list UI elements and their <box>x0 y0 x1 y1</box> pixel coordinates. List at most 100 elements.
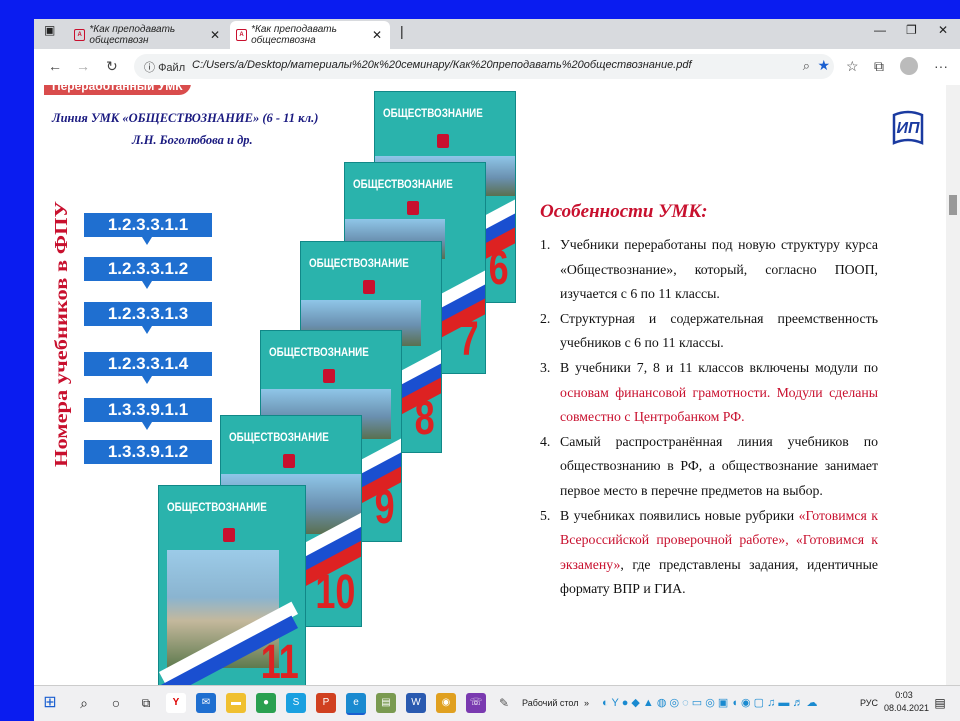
chrome-icon[interactable]: ◉ <box>436 693 456 713</box>
feature-item: 2. Структурная и содержательная преемстве… <box>540 307 878 356</box>
close-tab-icon[interactable]: ✕ <box>372 28 382 42</box>
browser-window: ▣ A *Как преподавать обществозн ✕ A *Как… <box>34 19 960 685</box>
start-icon[interactable]: ⊞ <box>40 693 60 713</box>
tab-1[interactable]: A *Как преподавать обществозн ✕ <box>68 21 228 49</box>
word-icon[interactable]: W <box>406 693 426 713</box>
feature-item: 4. Самый распространённая линия учебников… <box>540 430 878 504</box>
emblem-icon <box>363 280 375 294</box>
forward-icon[interactable]: → <box>76 58 90 74</box>
grade-number: 6 <box>488 242 509 295</box>
tray-icons[interactable]: ◐ Y ● ◆ ▲ ◍ ◎ ◌ ▭ ◎ ▣ ◖ ◉ ▢ ♫ ▬ ♬ ☁ <box>602 696 818 709</box>
avatar[interactable] <box>900 57 918 75</box>
desktop-label[interactable]: Рабочий стол <box>522 698 579 708</box>
feature-number: 5. <box>540 507 551 523</box>
fpu-code: 1.2.3.3.1.3 <box>84 302 212 326</box>
desktop-chevron-icon[interactable]: » <box>584 698 589 708</box>
pdf-icon: A <box>74 29 86 41</box>
tab-actions-icon[interactable]: ▣ <box>44 23 55 37</box>
grade-number: 8 <box>414 392 435 445</box>
clock-date: 08.04.2021 <box>884 703 930 713</box>
scrollbar[interactable] <box>946 85 960 685</box>
down-arrow-icon <box>142 376 152 384</box>
feature-text: Структурная и содержательная преемственн… <box>560 310 878 351</box>
feature-text: Самый распространённая линия учебников п… <box>560 433 878 498</box>
mail-icon[interactable]: ✉ <box>196 693 216 713</box>
minimize-icon[interactable]: — <box>874 23 886 37</box>
grade-number: 7 <box>458 313 479 366</box>
tab-1-label: *Как преподавать обществозн <box>89 24 176 46</box>
feature-item: 3. В учебники 7, 8 и 11 классов включены … <box>540 356 878 430</box>
features-list: 1. Учебники переработаны под новую структ… <box>540 233 878 602</box>
refresh-icon[interactable]: ↻ <box>106 58 118 75</box>
down-arrow-icon <box>142 281 152 289</box>
emblem-icon <box>223 528 235 542</box>
line-title: Линия УМК «ОБЩЕСТВОЗНАНИЕ» (6 - 11 кл.) <box>52 111 319 125</box>
feature-text: В учебники 7, 8 и 11 классов включены мо… <box>560 359 878 375</box>
tab-2-label: *Как преподавать обществозна <box>251 24 337 46</box>
more-menu-icon[interactable]: ··· <box>934 58 948 74</box>
skype-icon[interactable]: S <box>286 693 306 713</box>
collections-icon[interactable]: ⧉ <box>874 58 884 75</box>
emblem-icon <box>437 134 449 148</box>
grade-number: 11 <box>260 636 299 685</box>
tab-bar: ▣ A *Как преподавать обществозн ✕ A *Как… <box>34 19 960 49</box>
umk-badge: Переработанный УМК <box>44 85 191 95</box>
search-icon[interactable]: ⌕ <box>74 693 94 713</box>
notifications-icon[interactable]: ▤ <box>930 693 950 713</box>
grade-number: 9 <box>374 481 395 534</box>
powerpoint-icon[interactable]: P <box>316 693 336 713</box>
new-tab-button[interactable]: | <box>400 23 404 39</box>
book-title: ОБЩЕСТВОЗНАНИЕ <box>229 430 329 444</box>
emblem-icon <box>407 201 419 215</box>
favorites-icon[interactable]: ☆ <box>846 58 859 75</box>
scrollbar-thumb[interactable] <box>949 195 957 215</box>
close-tab-icon[interactable]: ✕ <box>210 28 220 42</box>
logo-text: ИП <box>896 120 920 137</box>
pdf-viewer[interactable]: Переработанный УМК Линия УМК «ОБЩЕСТВОЗН… <box>34 85 960 685</box>
notes-icon[interactable]: ▤ <box>376 693 396 713</box>
file-label: ⓘ Файл <box>144 62 186 74</box>
authors: Л.Н. Боголюбова и др. <box>132 133 253 147</box>
feature-number: 1. <box>540 237 551 252</box>
textbook-cover-11: ОБЩЕСТВОЗНАНИЕ 11 <box>158 485 306 685</box>
task-view-icon[interactable]: ⧉ <box>136 693 156 713</box>
address-prefix: Файл <box>158 62 186 74</box>
down-arrow-icon <box>142 422 152 430</box>
book-title: ОБЩЕСТВОЗНАНИЕ <box>269 345 369 359</box>
url-text: C:/Users/a/Desktop/материалы%20к%20семин… <box>192 59 692 71</box>
feature-text: В учебниках появились новые рубрики <box>560 507 799 523</box>
features-title: Особенности УМК: <box>540 201 708 222</box>
fpu-code: 1.2.3.3.1.4 <box>84 352 212 376</box>
taskbar: ⊞ ⌕ ○ ⧉ Y ✉ ▬ ● S P e ▤ W ◉ ☏ ✎ Рабочий … <box>34 685 960 721</box>
grade-number: 10 <box>314 566 355 619</box>
language-indicator[interactable]: РУС <box>860 698 878 708</box>
publisher-logo: ИП <box>892 110 924 145</box>
feature-text: Учебники переработаны под новую структур… <box>560 237 878 302</box>
edge-icon[interactable]: e <box>346 693 366 715</box>
feature-number: 3. <box>540 359 551 375</box>
tab-2[interactable]: A *Как преподавать обществозна ✕ <box>230 21 390 49</box>
address-bar-row: ← → ↻ ⓘ Файл C:/Users/a/Desktop/материал… <box>34 49 960 86</box>
down-arrow-icon <box>142 326 152 334</box>
folder-icon[interactable]: ▬ <box>226 693 246 713</box>
fpu-code: 1.2.3.3.1.2 <box>84 257 212 281</box>
fpu-code: 1.3.3.9.1.2 <box>84 440 212 464</box>
search-icon[interactable]: ⌕ <box>803 58 810 74</box>
yandex-icon[interactable]: Y <box>166 693 186 713</box>
back-icon[interactable]: ← <box>48 58 62 74</box>
maps-icon[interactable]: ● <box>256 693 276 713</box>
emblem-icon <box>283 454 295 468</box>
cortana-icon[interactable]: ○ <box>106 693 126 713</box>
feature-item: 5. В учебниках появились новые рубрики «Г… <box>540 504 878 602</box>
book-title: ОБЩЕСТВОЗНАНИЕ <box>353 177 453 191</box>
fpu-code: 1.2.3.3.1.1 <box>84 213 212 237</box>
close-window-icon[interactable]: ✕ <box>938 23 948 37</box>
address-input[interactable]: ⓘ Файл C:/Users/a/Desktop/материалы%20к%… <box>134 54 834 79</box>
favorite-star-icon[interactable]: ★ <box>817 57 830 74</box>
restore-icon[interactable]: ❐ <box>906 23 917 37</box>
book-title: ОБЩЕСТВОЗНАНИЕ <box>383 106 483 120</box>
pen-icon[interactable]: ✎ <box>494 693 514 713</box>
viber-icon[interactable]: ☏ <box>466 693 486 713</box>
pdf-icon: A <box>236 29 248 41</box>
clock[interactable]: 0:03 08.04.2021 <box>884 690 930 713</box>
